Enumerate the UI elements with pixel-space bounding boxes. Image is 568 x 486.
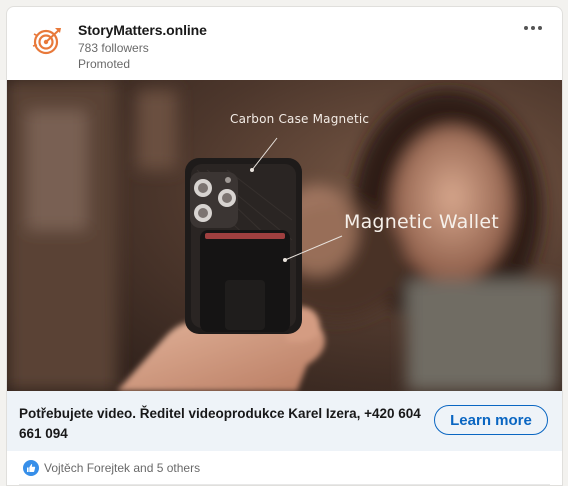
more-options-button[interactable] (518, 17, 548, 39)
post-header: StoryMatters.online 783 followers Promot… (7, 7, 562, 79)
like-icon (23, 460, 39, 476)
video-frame-image (7, 80, 562, 391)
label-carbon-case: Carbon Case Magnetic (230, 112, 370, 126)
post-video[interactable]: Carbon Case Magnetic Magnetic Wallet (7, 80, 562, 391)
label-magnetic-wallet: Magnetic Wallet (344, 211, 499, 233)
learn-more-button[interactable]: Learn more (434, 405, 548, 435)
follower-count: 783 followers (78, 41, 149, 55)
more-horizontal-icon (524, 26, 528, 30)
social-counts: Vojtěch Forejtek and 5 others (7, 452, 562, 485)
target-arrow-logo-icon[interactable] (31, 25, 63, 57)
cta-bar: Potřebujete video. Ředitel videoprodukce… (7, 391, 562, 451)
reactions-summary[interactable]: Vojtěch Forejtek and 5 others (44, 461, 200, 475)
promoted-label: Promoted (78, 57, 131, 71)
cta-headline[interactable]: Potřebujete video. Ředitel videoprodukce… (19, 404, 424, 444)
company-name[interactable]: StoryMatters.online (78, 22, 207, 38)
sponsored-post-card: StoryMatters.online 783 followers Promot… (6, 6, 563, 486)
divider (19, 484, 550, 485)
